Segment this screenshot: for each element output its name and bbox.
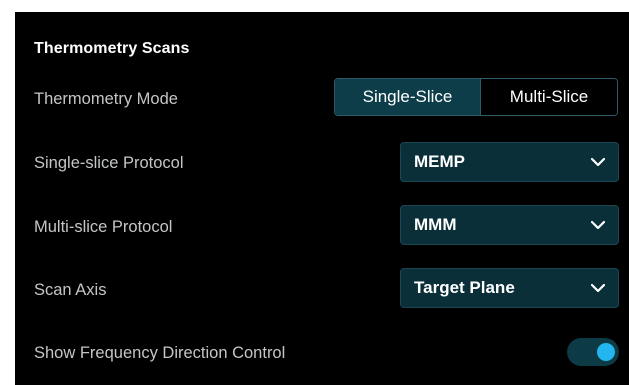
thermometry-scans-panel: Thermometry Scans Thermometry Mode Singl… [15, 12, 629, 385]
scan-axis-select[interactable]: Target Plane [400, 268, 619, 308]
frequency-direction-label: Show Frequency Direction Control [34, 344, 286, 362]
segment-single-slice[interactable]: Single-Slice [335, 79, 481, 115]
thermometry-mode-segmented-control: Single-Slice Multi-Slice [334, 78, 618, 116]
chevron-down-icon [590, 283, 606, 293]
chevron-down-icon [590, 157, 606, 167]
scan-axis-label: Scan Axis [34, 281, 107, 299]
section-title: Thermometry Scans [34, 40, 190, 57]
segment-multi-slice[interactable]: Multi-Slice [481, 79, 617, 115]
chevron-down-icon [590, 220, 606, 230]
single-slice-protocol-select[interactable]: MEMP [400, 142, 619, 182]
thermometry-mode-label: Thermometry Mode [34, 90, 178, 108]
scan-axis-value: Target Plane [414, 278, 515, 297]
single-slice-protocol-value: MEMP [414, 152, 465, 171]
multi-slice-protocol-value: MMM [414, 215, 457, 234]
frequency-direction-toggle[interactable] [567, 338, 619, 366]
toggle-knob [597, 343, 615, 361]
multi-slice-protocol-select[interactable]: MMM [400, 205, 619, 245]
multi-slice-protocol-label: Multi-slice Protocol [34, 218, 173, 236]
single-slice-protocol-label: Single-slice Protocol [34, 154, 184, 172]
